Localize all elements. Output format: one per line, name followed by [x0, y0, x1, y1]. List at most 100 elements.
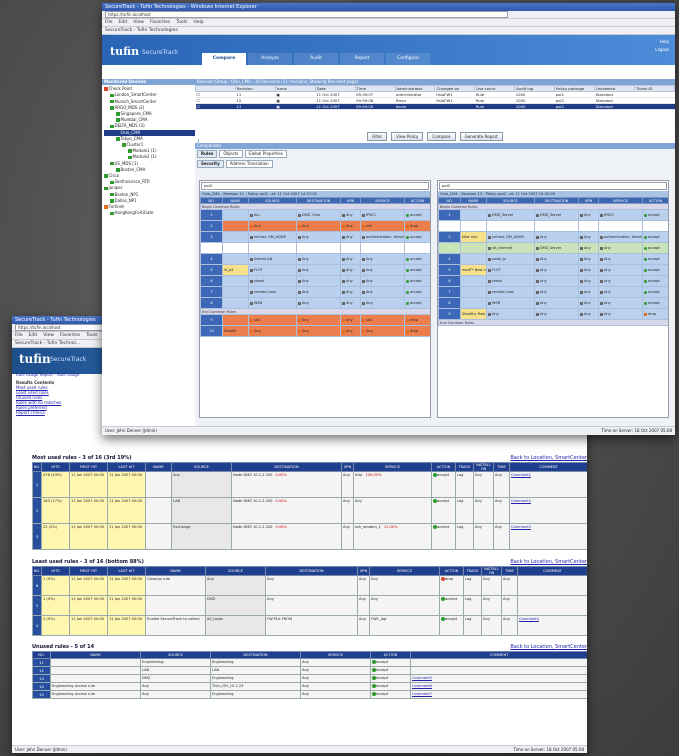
- policy-rule-row[interactable]: [438, 220, 668, 232]
- rule-comment[interactable]: Comment5: [410, 674, 587, 683]
- main-nav: Compare Analyze Audit Report Configure: [202, 53, 432, 65]
- rule-vpn: Any: [357, 615, 370, 636]
- report-browser-tab[interactable]: SecureTrack - Tufin Technol...: [15, 341, 80, 346]
- rule-svc: Any: [598, 253, 643, 265]
- rule-comment[interactable]: Comment7: [410, 690, 587, 699]
- rule-hits: 1 (0%): [41, 595, 70, 616]
- rule-comment[interactable]: Comment4: [517, 615, 587, 636]
- col-action: ACTION: [370, 651, 411, 659]
- policy-rule-row[interactable]: 8 WEB Any Any Any accept: [200, 297, 430, 309]
- rule-hits: 1 (0%): [41, 575, 70, 596]
- policy-rule-row[interactable]: [200, 242, 430, 254]
- policy-rule-row[interactable]: 9 ssh Any Any ssh drop: [200, 314, 430, 326]
- policy-rule-row[interactable]: End Common Rules: [438, 319, 668, 326]
- destination-value: Node DMZ 10.1.2.200: [233, 525, 273, 529]
- policy-rule-row[interactable]: 2 New rule ivrhost, DM_ADDR Any Any authentic…: [438, 231, 668, 243]
- rule-name: Stealth: [222, 325, 249, 337]
- tab-configure[interactable]: Configure: [386, 53, 430, 65]
- rule-name: Cleanup rule: [145, 575, 206, 596]
- subtab-global-properties[interactable]: Global Properties: [244, 150, 287, 158]
- tab-report[interactable]: Report: [340, 53, 384, 65]
- rule-number: 1: [438, 209, 461, 221]
- policy-rule-row[interactable]: 5 st_p4 FLOT Any Any Any accept: [200, 264, 430, 276]
- subtab-security[interactable]: Security: [197, 160, 224, 168]
- policy-rule-row[interactable]: 10 Stealth Any Any Any Any drop: [200, 325, 430, 337]
- left-policy-select[interactable]: pol2: [201, 182, 429, 190]
- policy-rule-row[interactable]: 7 remote_host Any Any Any accept: [438, 286, 668, 298]
- policy-rule-row[interactable]: 7 remote_host Any Any Any accept: [200, 286, 430, 298]
- filter-button[interactable]: Filter: [367, 131, 388, 141]
- rule-svc-value: IPSEC: [604, 213, 615, 217]
- menu-item-view[interactable]: View: [43, 333, 54, 338]
- contents-link[interactable]: Report criteria: [16, 410, 114, 415]
- rule-comment[interactable]: Comment1: [509, 471, 587, 498]
- help-link[interactable]: Help: [655, 38, 669, 46]
- menu-item-help[interactable]: Help: [193, 20, 203, 25]
- logout-link[interactable]: Logout: [655, 46, 669, 54]
- compare-button[interactable]: Compare: [427, 131, 456, 141]
- tab-audit[interactable]: Audit: [294, 53, 338, 65]
- least-used-back-link[interactable]: Back to Location, SmartCenter: [510, 559, 587, 566]
- rule-dst-value: Any: [302, 257, 309, 261]
- menu-item-edit[interactable]: Edit: [119, 20, 128, 25]
- tree-node[interactable]: HongKongFortiGate: [104, 210, 196, 216]
- unused-back-link[interactable]: Back to Location, SmartCenter: [510, 644, 587, 651]
- menu-item-favorites[interactable]: Favorites: [150, 20, 170, 25]
- policy-rule-row[interactable]: 4 AdminLAN Any Any Any accept: [200, 253, 430, 265]
- network-object-icon: [250, 213, 253, 217]
- policy-rule-row[interactable]: 3 alt_internet DMZ_Server Any Any accept: [438, 242, 668, 254]
- menu-item-favorites[interactable]: Favorites: [60, 333, 80, 338]
- subtab-address-translation[interactable]: Address Translation: [225, 160, 273, 168]
- menu-item-tools[interactable]: Tools: [86, 333, 97, 338]
- rule-dst-value: DMZ, Oslo: [302, 213, 321, 217]
- policy-rule-row[interactable]: 5modT* New rule FLOT Any Any Any accept: [438, 264, 668, 276]
- rule-vpn: Any: [340, 253, 361, 265]
- rule-service: FW1_log: [369, 615, 440, 636]
- view-policy-button[interactable]: View Policy: [391, 131, 424, 141]
- rule-last-hit: 11 Jan 2007 00:00: [107, 615, 146, 636]
- policy-rule-row[interactable]: 6 shash Any Any Any accept: [438, 275, 668, 287]
- menu-item-file[interactable]: File: [105, 20, 113, 25]
- comparison-tabs: Rules Objects Global Properties: [195, 149, 675, 159]
- policy-rule-row[interactable]: 2 Any Any Any ssh drop: [200, 220, 430, 232]
- tab-analyze[interactable]: Analyze: [248, 53, 292, 65]
- menu-item-view[interactable]: View: [133, 20, 144, 25]
- rule-comment[interactable]: Comment3: [509, 523, 587, 550]
- tab-compare[interactable]: Compare: [202, 53, 246, 65]
- generate-report-button[interactable]: Generate Report: [459, 131, 503, 141]
- subtab-objects[interactable]: Objects: [219, 150, 243, 158]
- rule-comment[interactable]: Comment2: [509, 497, 587, 524]
- menu-item-edit[interactable]: Edit: [29, 333, 38, 338]
- report-link[interactable]: Rule Usage Report - Rule Usage: [16, 372, 79, 377]
- policy-rule-row[interactable]: 8 WEB Any Any Any accept: [438, 297, 668, 309]
- menu-item-file[interactable]: File: [15, 333, 23, 338]
- revision-checkbox[interactable]: ☐: [195, 103, 236, 110]
- policy-rule-row[interactable]: 9 Stealthy Rule Any Any Any Any drop: [438, 308, 668, 320]
- action-label: accept: [376, 684, 389, 688]
- col-no: NO.: [32, 651, 51, 659]
- compare-browser-tab[interactable]: SecureTrack - Tufin Technologies: [105, 28, 178, 33]
- network-object-icon: [298, 213, 301, 217]
- policy-rule-row[interactable]: 3 ivrhost, DM_ADDR Any Any authentication, t…: [200, 231, 430, 243]
- policy-rule-row[interactable]: 1 ALL DMZ, Oslo Any IPSEC accept: [200, 209, 430, 221]
- right-policy-select[interactable]: pol2: [439, 182, 667, 190]
- revision-row[interactable]: ☐ 13 ▣ 11 Oct 2007 09:49:00 Kevin Rule 1000 pol2…: [195, 103, 675, 110]
- network-object-icon: [250, 257, 253, 261]
- network-object-icon: [362, 301, 365, 305]
- rule-src-value: Any: [254, 224, 261, 228]
- rule-src: FLOT: [486, 264, 535, 276]
- most-used-back-link[interactable]: Back to Location, SmartCenter: [510, 455, 587, 462]
- policy-rule-row[interactable]: 6 shash Any Any Any accept: [200, 275, 430, 287]
- compare-address-input[interactable]: https://tufin.localhost: [105, 11, 508, 18]
- rule-number: 4: [32, 615, 42, 636]
- menu-item-tools[interactable]: Tools: [176, 20, 187, 25]
- rule-action: accept: [404, 264, 430, 276]
- compare-address-bar[interactable]: https://tufin.localhost: [102, 11, 675, 19]
- rule-name: [222, 253, 249, 265]
- subtab-rules[interactable]: Rules: [197, 150, 218, 158]
- policy-rule-row[interactable]: 4 node_ip Any Any Any accept: [438, 253, 668, 265]
- rule-comment[interactable]: Comment6: [410, 682, 587, 691]
- policy-rule-row[interactable]: 1 DMZ_Server DMZ_Server Any IPSEC accept: [438, 209, 668, 221]
- action-label: accept: [437, 473, 450, 477]
- rule-vpn-value: Any: [346, 224, 353, 228]
